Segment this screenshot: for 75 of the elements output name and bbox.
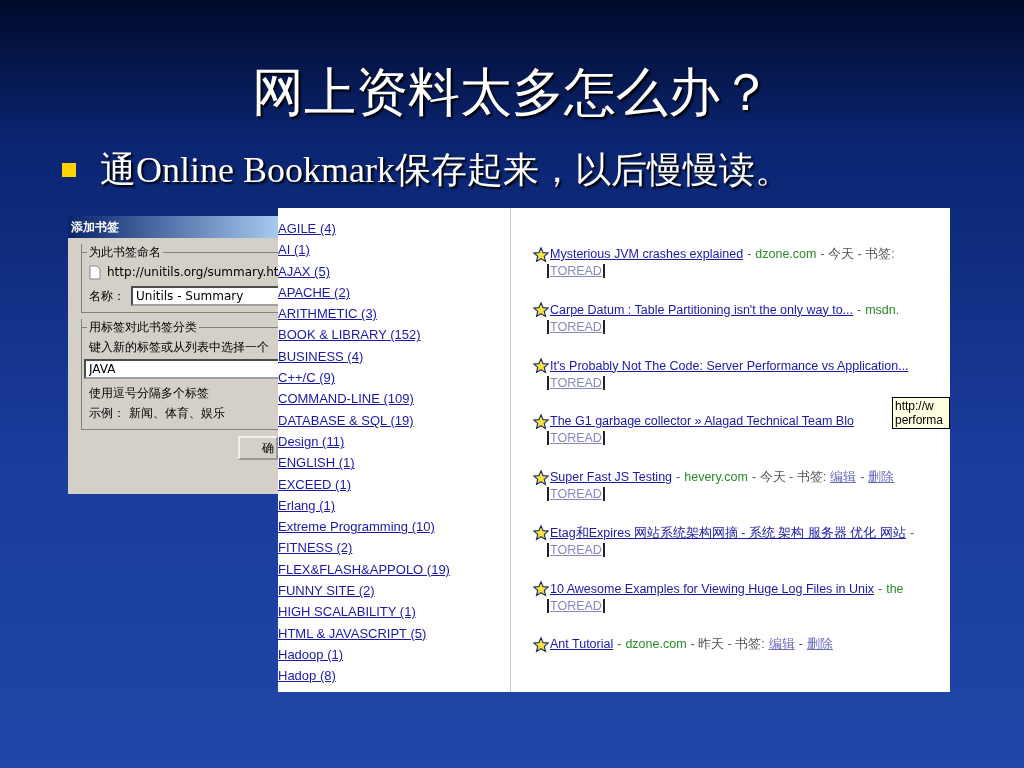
tag-link[interactable]: FLEX&FLASH&APPOLO (19): [278, 558, 450, 581]
tag-link[interactable]: AGILE (4): [278, 218, 336, 240]
tooltip-text: performa: [895, 413, 945, 428]
tag-link[interactable]: Extreme Programming (10): [278, 516, 435, 538]
tag-link[interactable]: BOOK & LIBRARY (152): [278, 324, 421, 346]
hint-text: 使用逗号分隔多个标签: [89, 385, 210, 402]
tag-link[interactable]: Hadop (8): [278, 665, 336, 687]
meta-text: -: [747, 246, 752, 263]
tooltip-text: http://w: [895, 399, 935, 414]
tag-link[interactable]: COMMAND-LINE (109): [278, 388, 414, 410]
url-text: http://unitils.org/summary.ht: [107, 264, 278, 281]
source-text: dzone.com: [755, 246, 817, 263]
tag-link[interactable]: C++/C (9): [278, 367, 336, 389]
bookmark-link[interactable]: Super Fast JS Testing: [550, 469, 673, 486]
bookmark-link[interactable]: Ant Tutorial: [550, 636, 614, 654]
star-icon[interactable]: [533, 581, 549, 597]
meta-text: -: [617, 636, 622, 654]
tag-link[interactable]: AJAX (5): [278, 260, 330, 282]
source-text: dzone.com: [625, 636, 687, 654]
tag-link[interactable]: APACHE (2): [278, 281, 350, 304]
tag-link[interactable]: Hadoop (1): [278, 643, 344, 666]
meta-text: -: [676, 469, 681, 486]
tag-link[interactable]: ARITHMETIC (3): [278, 303, 377, 325]
bookmark-link[interactable]: The G1 garbage collector » Alagad Technical Team Blo: [550, 413, 854, 431]
bookmark-link[interactable]: 10 Awesome Examples for Viewing Huge Log Files in Unix: [550, 580, 874, 598]
tag-link[interactable]: ENGLISH (1): [278, 452, 355, 474]
tag-link[interactable]: EXCEED (1): [278, 473, 351, 495]
slide-title: 网上资料太多怎么办？: [252, 63, 772, 123]
meta-text: - 昨天 - 书签:: [690, 636, 765, 654]
example-text: 示例： 新闻、体育、娱乐: [89, 405, 226, 422]
source-text: hevery.com: [684, 469, 748, 486]
tag-link[interactable]: FUNNY SITE (2): [278, 580, 375, 602]
bookmark-link[interactable]: Mysterious JVM crashes explained: [550, 246, 744, 263]
action-link[interactable]: 删除: [868, 469, 895, 486]
meta-text: -: [878, 580, 883, 598]
star-icon[interactable]: [533, 636, 549, 653]
tag-link[interactable]: HIGH SCALABILITY (1): [278, 601, 416, 623]
group-legend: 用标签对此书签分类: [87, 319, 199, 335]
tag-link[interactable]: Erlang (1): [278, 494, 336, 517]
tag-link[interactable]: FITNESS (2): [278, 537, 353, 559]
star-icon[interactable]: [533, 246, 549, 263]
name-label: 名称：: [89, 288, 125, 305]
group-legend: 为此书签命名: [87, 244, 163, 260]
meta-text: - 今天 - 书签:: [751, 469, 827, 486]
bookmark-link[interactable]: Etag和Expires 网站系统架构网摘 - 系统 架构 服务器 优化 网站: [550, 524, 906, 542]
star-icon[interactable]: [533, 469, 549, 486]
tag-link[interactable]: DATABASE & SQL (19): [278, 409, 414, 431]
meta-text: -: [860, 469, 865, 486]
prompt-text: 键入新的标签或从列表中选择一个: [89, 339, 270, 356]
star-icon[interactable]: [533, 413, 549, 430]
dialog-title: 添加书签: [68, 216, 278, 238]
document-icon: [89, 264, 101, 280]
tag-link[interactable]: AI (1): [278, 239, 310, 261]
ok-button[interactable]: 确: [238, 436, 278, 460]
action-link[interactable]: 编辑: [768, 636, 795, 654]
tag-link[interactable]: HTML & JAVASCRIPT (5): [278, 622, 427, 644]
source-text: the: [886, 580, 904, 598]
bullet-icon: [62, 163, 76, 177]
meta-text: -: [798, 636, 803, 654]
tag-link[interactable]: Design (11): [278, 430, 345, 453]
star-icon[interactable]: [533, 358, 549, 374]
name-field[interactable]: Unitils - Summary: [131, 286, 278, 306]
bullet-text: 通Online Bookmark保存起来，以后慢慢读。: [100, 149, 791, 192]
bookmark-link[interactable]: Carpe Datum : Table Partitioning isn't the only way to...: [550, 301, 853, 319]
meta-text: -: [857, 301, 862, 319]
tag-link[interactable]: BUSINESS (4): [278, 345, 364, 368]
source-text: msdn.: [865, 301, 900, 319]
meta-text: -: [909, 524, 915, 542]
star-icon[interactable]: [533, 525, 549, 542]
action-link[interactable]: 编辑: [830, 469, 857, 486]
meta-text: - 今天 - 书签:: [820, 246, 895, 263]
tags-field[interactable]: JAVA: [84, 359, 278, 379]
action-link[interactable]: 删除: [806, 636, 833, 654]
bookmark-link[interactable]: It's Probably Not The Code: Server Performance vs Application...: [550, 357, 909, 375]
star-icon[interactable]: [533, 302, 549, 319]
